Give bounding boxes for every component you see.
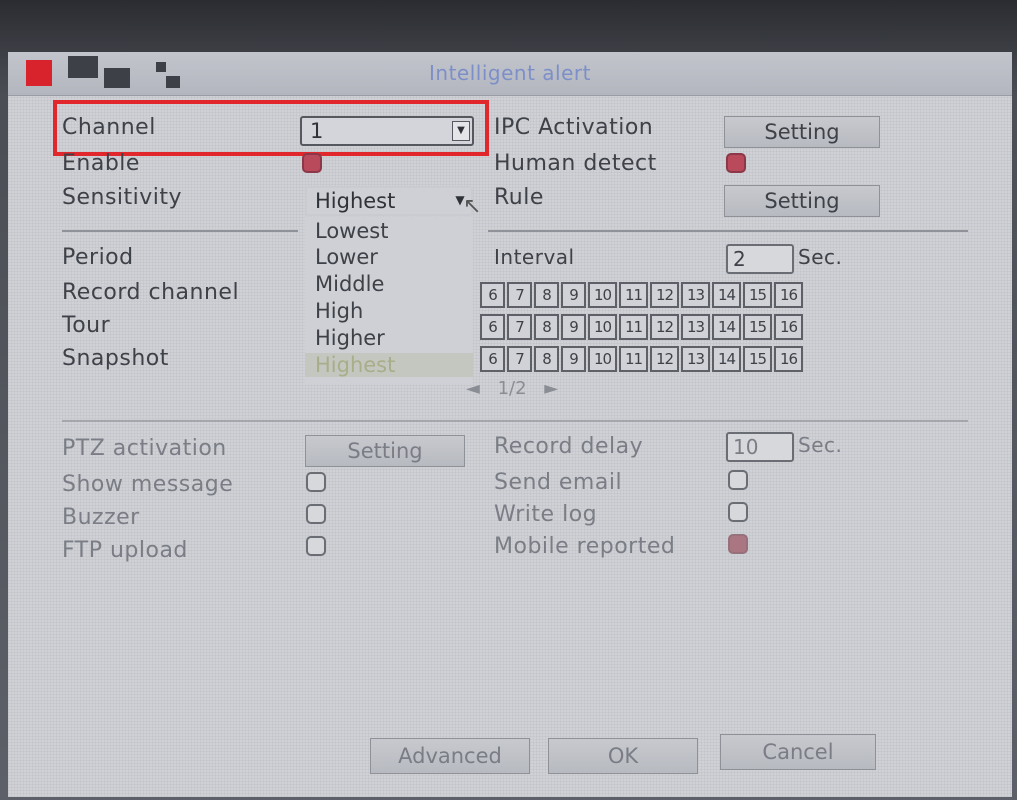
buzzer-label: Buzzer	[62, 505, 140, 530]
section-divider	[62, 420, 968, 422]
ptz-activation-setting-button[interactable]: Setting	[305, 435, 465, 467]
dialog-title: Intelligent alert	[429, 61, 591, 85]
sensitivity-option-middle[interactable]: Middle	[315, 272, 384, 296]
sensitivity-select[interactable]: Highest ▼	[305, 186, 473, 216]
enable-label: Enable	[62, 151, 140, 176]
snapshot-channel-10[interactable]: 10	[588, 346, 617, 372]
snapshot-channel-11[interactable]: 11	[619, 346, 648, 372]
channel-label: Channel	[62, 115, 156, 140]
tour-channel-13[interactable]: 13	[681, 314, 710, 340]
record-channel-13[interactable]: 13	[681, 282, 710, 308]
tour-channel-10[interactable]: 10	[588, 314, 617, 340]
sensitivity-label: Sensitivity	[62, 185, 183, 210]
send-email-checkbox[interactable]	[728, 470, 748, 490]
interval-unit: Sec.	[798, 245, 843, 269]
record-channel-6[interactable]: 6	[480, 282, 505, 308]
show-message-checkbox[interactable]	[306, 472, 326, 492]
record-delay-label: Record delay	[494, 434, 644, 459]
buzzer-checkbox[interactable]	[306, 504, 326, 524]
write-log-label: Write log	[494, 502, 598, 527]
channel-pager: ◄ 1/2 ►	[466, 378, 558, 399]
write-log-checkbox[interactable]	[728, 502, 748, 522]
record-channel-8[interactable]: 8	[534, 282, 559, 308]
record-channel-16[interactable]: 16	[774, 282, 803, 308]
channel-value: 1	[310, 119, 324, 143]
record-delay-input[interactable]: 10	[726, 432, 794, 462]
snapshot-channel-14[interactable]: 14	[712, 346, 741, 372]
snapshot-channel-8[interactable]: 8	[534, 346, 559, 372]
record-channel-row: 6 7 8 9 10 11 12 13 14 15 16	[480, 282, 805, 308]
interval-label: Interval	[494, 245, 575, 269]
record-channel-9[interactable]: 9	[561, 282, 586, 308]
pager-text: 1/2	[497, 378, 527, 399]
tour-channel-16[interactable]: 16	[774, 314, 803, 340]
record-channel-15[interactable]: 15	[743, 282, 772, 308]
tour-channel-15[interactable]: 15	[743, 314, 772, 340]
cancel-button[interactable]: Cancel	[720, 734, 876, 770]
snapshot-channel-15[interactable]: 15	[743, 346, 772, 372]
record-channel-10[interactable]: 10	[588, 282, 617, 308]
record-channel-7[interactable]: 7	[507, 282, 532, 308]
record-channel-label: Record channel	[62, 280, 240, 305]
tour-channel-14[interactable]: 14	[712, 314, 741, 340]
ptz-activation-label: PTZ activation	[62, 436, 227, 461]
ipc-activation-label: IPC Activation	[494, 115, 654, 140]
tour-channel-11[interactable]: 11	[619, 314, 648, 340]
period-label: Period	[62, 245, 134, 270]
tour-channel-8[interactable]: 8	[534, 314, 559, 340]
section-divider	[62, 230, 298, 232]
record-channel-12[interactable]: 12	[650, 282, 679, 308]
chevron-down-icon[interactable]: ▼	[452, 121, 470, 141]
snapshot-channel-16[interactable]: 16	[774, 346, 803, 372]
snapshot-channel-7[interactable]: 7	[507, 346, 532, 372]
human-detect-checkbox[interactable]	[726, 153, 746, 173]
tour-channel-9[interactable]: 9	[561, 314, 586, 340]
enable-checkbox[interactable]	[302, 153, 322, 173]
record-channel-11[interactable]: 11	[619, 282, 648, 308]
advanced-button[interactable]: Advanced	[370, 738, 530, 774]
mobile-reported-label: Mobile reported	[494, 534, 676, 559]
title-bar: Intelligent alert	[8, 52, 1012, 96]
human-detect-label: Human detect	[494, 151, 657, 176]
sensitivity-option-high[interactable]: High	[315, 299, 363, 323]
snapshot-label: Snapshot	[62, 346, 169, 371]
sensitivity-value: Highest	[315, 189, 396, 213]
tour-label: Tour	[62, 313, 111, 338]
snapshot-channel-9[interactable]: 9	[561, 346, 586, 372]
ipc-activation-setting-button[interactable]: Setting	[724, 116, 880, 148]
ok-button[interactable]: OK	[548, 738, 698, 774]
tour-channel-6[interactable]: 6	[480, 314, 505, 340]
snapshot-channel-6[interactable]: 6	[480, 346, 505, 372]
show-message-label: Show message	[62, 472, 234, 497]
intelligent-alert-dialog: Intelligent alert Channel 1 ▼ IPC Activa…	[8, 52, 1012, 797]
rule-setting-button[interactable]: Setting	[724, 185, 880, 217]
tour-channel-7[interactable]: 7	[507, 314, 532, 340]
send-email-label: Send email	[494, 470, 623, 495]
pager-next-icon[interactable]: ►	[544, 378, 558, 399]
tour-channel-row: 6 7 8 9 10 11 12 13 14 15 16	[480, 314, 805, 340]
tour-channel-12[interactable]: 12	[650, 314, 679, 340]
interval-input[interactable]: 2	[726, 244, 794, 274]
snapshot-channel-row: 6 7 8 9 10 11 12 13 14 15 16	[480, 346, 805, 372]
snapshot-channel-13[interactable]: 13	[681, 346, 710, 372]
mouse-cursor-icon: ↖	[463, 194, 482, 219]
sensitivity-option-highest[interactable]: Highest	[305, 353, 473, 377]
sensitivity-dropdown: Lowest Lower Middle High Higher Highest	[305, 217, 473, 385]
ftp-upload-label: FTP upload	[62, 538, 188, 563]
sensitivity-option-lowest[interactable]: Lowest	[315, 219, 388, 243]
pager-prev-icon[interactable]: ◄	[466, 378, 480, 399]
sensitivity-option-lower[interactable]: Lower	[315, 245, 378, 269]
record-delay-unit: Sec.	[798, 433, 843, 457]
channel-select[interactable]: 1 ▼	[300, 116, 474, 146]
record-channel-14[interactable]: 14	[712, 282, 741, 308]
sensitivity-option-higher[interactable]: Higher	[315, 326, 385, 350]
rule-label: Rule	[494, 185, 544, 210]
section-divider	[488, 230, 968, 232]
ftp-upload-checkbox[interactable]	[306, 536, 326, 556]
snapshot-channel-12[interactable]: 12	[650, 346, 679, 372]
mobile-reported-checkbox[interactable]	[728, 534, 748, 554]
